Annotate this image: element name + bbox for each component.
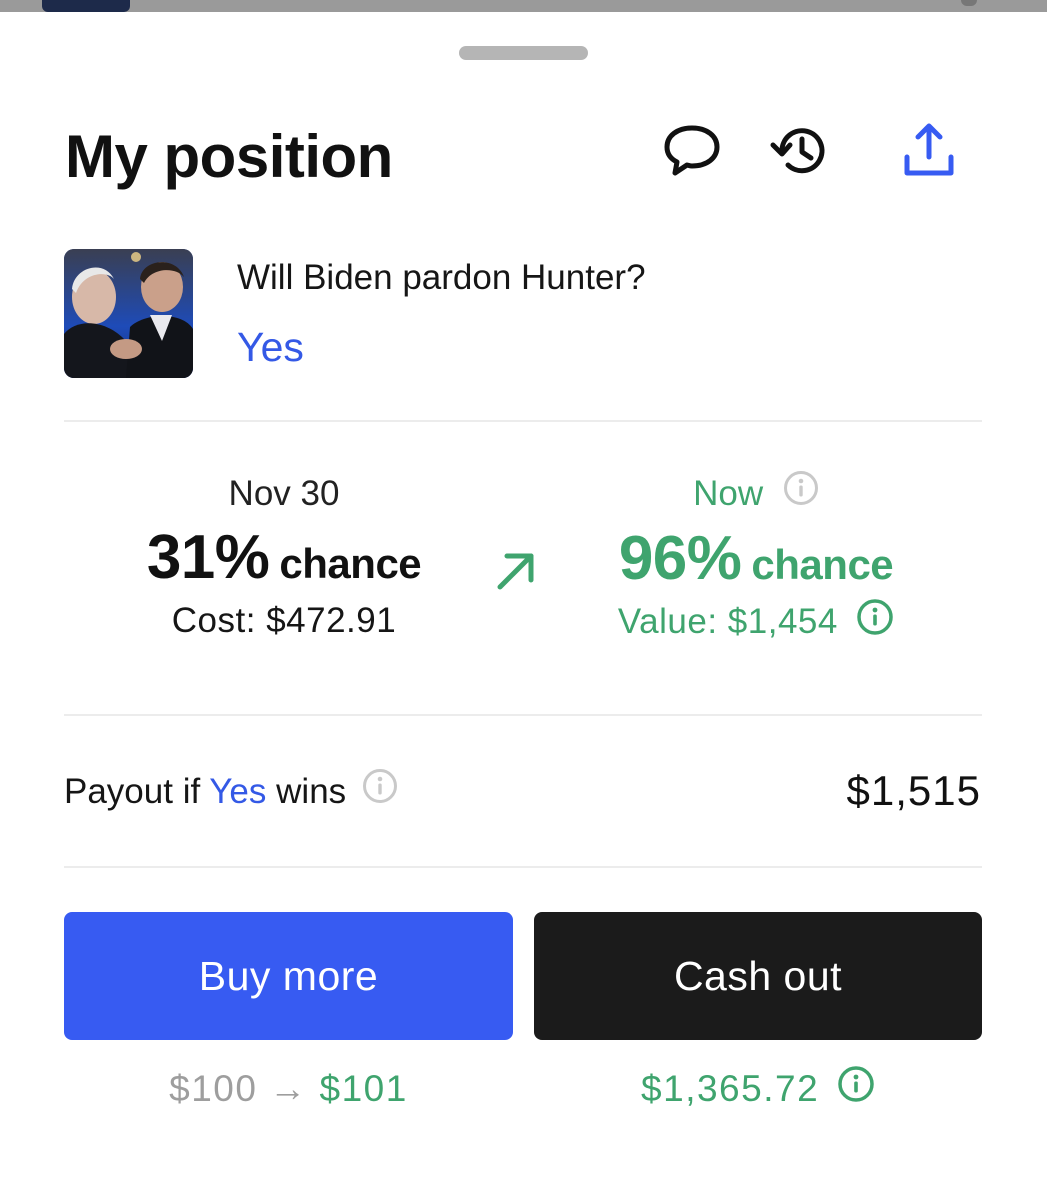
trend-up-arrow-icon xyxy=(494,549,538,598)
sheet-grabber-handle[interactable] xyxy=(459,46,588,60)
market-photo xyxy=(64,249,193,378)
background-thumbnail xyxy=(42,0,130,12)
speech-bubble-icon xyxy=(664,125,720,176)
divider xyxy=(64,714,982,716)
now-label: Now xyxy=(693,474,764,513)
payout-suffix: wins xyxy=(276,772,347,811)
share-button[interactable] xyxy=(897,119,961,183)
then-column: Nov 30 31% chance Cost: $472.91 xyxy=(84,474,484,641)
history-icon xyxy=(770,128,825,174)
payout-info-icon[interactable] xyxy=(362,768,398,813)
value-row: Value: $1,454 xyxy=(556,598,956,644)
comment-button[interactable] xyxy=(660,119,724,183)
then-chance-word: chance xyxy=(279,540,422,587)
payout-prefix: Payout if xyxy=(64,772,201,811)
cash-out-info-icon[interactable] xyxy=(837,1065,875,1112)
background-indicator xyxy=(961,0,977,6)
divider xyxy=(64,866,982,868)
cash-out-amount: $1,365.72 xyxy=(641,1068,820,1109)
cash-out-button[interactable]: Cash out xyxy=(534,912,982,1040)
buy-more-preview: $100 → $101 xyxy=(64,1068,513,1110)
value-text: Value: $1,454 xyxy=(617,602,838,642)
value-info-icon[interactable] xyxy=(856,598,894,645)
now-column: Now 96% chance Value: $1,454 xyxy=(556,471,956,645)
now-percent: 96% xyxy=(618,524,742,594)
now-info-icon[interactable] xyxy=(783,470,819,515)
then-date-label: Nov 30 xyxy=(228,474,340,513)
now-label-row: Now xyxy=(556,471,956,515)
background-app-strip xyxy=(0,0,1047,12)
buy-to-amount: $101 xyxy=(319,1068,408,1109)
market-image xyxy=(64,249,193,378)
now-chance-word: chance xyxy=(751,541,894,589)
then-chance: 31% chance xyxy=(84,522,484,593)
market-question[interactable]: Will Biden pardon Hunter? xyxy=(237,258,646,298)
payout-value: $1,515 xyxy=(846,767,981,814)
payout-label: Payout if Yes wins xyxy=(64,769,398,813)
cost-text: Cost: $472.91 xyxy=(171,601,397,640)
payout-side: Yes xyxy=(209,772,267,811)
now-chance: 96% chance xyxy=(556,523,956,594)
buy-from-amount: $100 xyxy=(169,1068,258,1109)
page-title: My position xyxy=(65,123,393,190)
position-side: Yes xyxy=(237,324,304,370)
history-button[interactable] xyxy=(768,119,832,183)
position-sheet: My position Will Biden pardon Hunter? Ye… xyxy=(0,12,1047,1200)
then-percent: 31% xyxy=(146,523,270,592)
share-upload-icon xyxy=(904,123,954,176)
cash-out-amount-row: $1,365.72 xyxy=(534,1065,982,1112)
divider xyxy=(64,420,982,422)
buy-arrow: → xyxy=(269,1068,308,1109)
buy-more-button[interactable]: Buy more xyxy=(64,912,513,1040)
